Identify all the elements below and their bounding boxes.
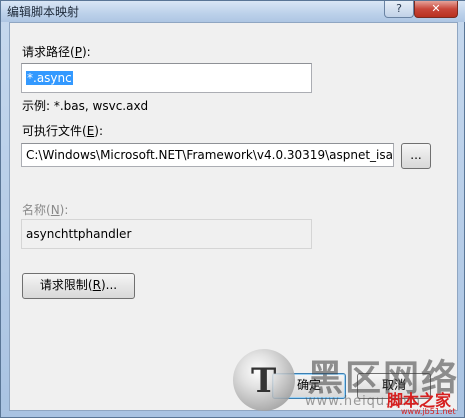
browse-button[interactable]: ... [401, 143, 431, 169]
name-field[interactable]: asynchttphandler [21, 219, 312, 249]
ok-button[interactable]: 确定 [272, 373, 346, 399]
close-button[interactable]: ✕ [414, 1, 458, 18]
request-path-input[interactable]: *.async [21, 63, 312, 93]
executable-label: 可执行文件(E): [22, 124, 104, 138]
title-bar[interactable]: 编辑脚本映射 ? ✕ [1, 1, 465, 22]
dialog-body: 请求路径(P): *.async 示例: *.bas, wsvc.axd 可执行… [9, 22, 458, 411]
window-title: 编辑脚本映射 [7, 5, 80, 19]
edit-script-map-dialog: 编辑脚本映射 ? ✕ 请求路径(P): *.async 示例: *.bas, w… [0, 0, 465, 418]
request-path-value: *.async [26, 71, 73, 85]
name-label: 名称(N): [22, 203, 69, 217]
cancel-button[interactable]: 取消 [357, 373, 431, 399]
request-path-example: 示例: *.bas, wsvc.axd [22, 99, 149, 113]
help-button[interactable]: ? [384, 1, 414, 18]
request-restrictions-button[interactable]: 请求限制(R)... [22, 273, 135, 299]
request-path-label: 请求路径(P): [22, 45, 91, 59]
executable-input[interactable]: C:\Windows\Microsoft.NET\Framework\v4.0.… [21, 143, 394, 167]
